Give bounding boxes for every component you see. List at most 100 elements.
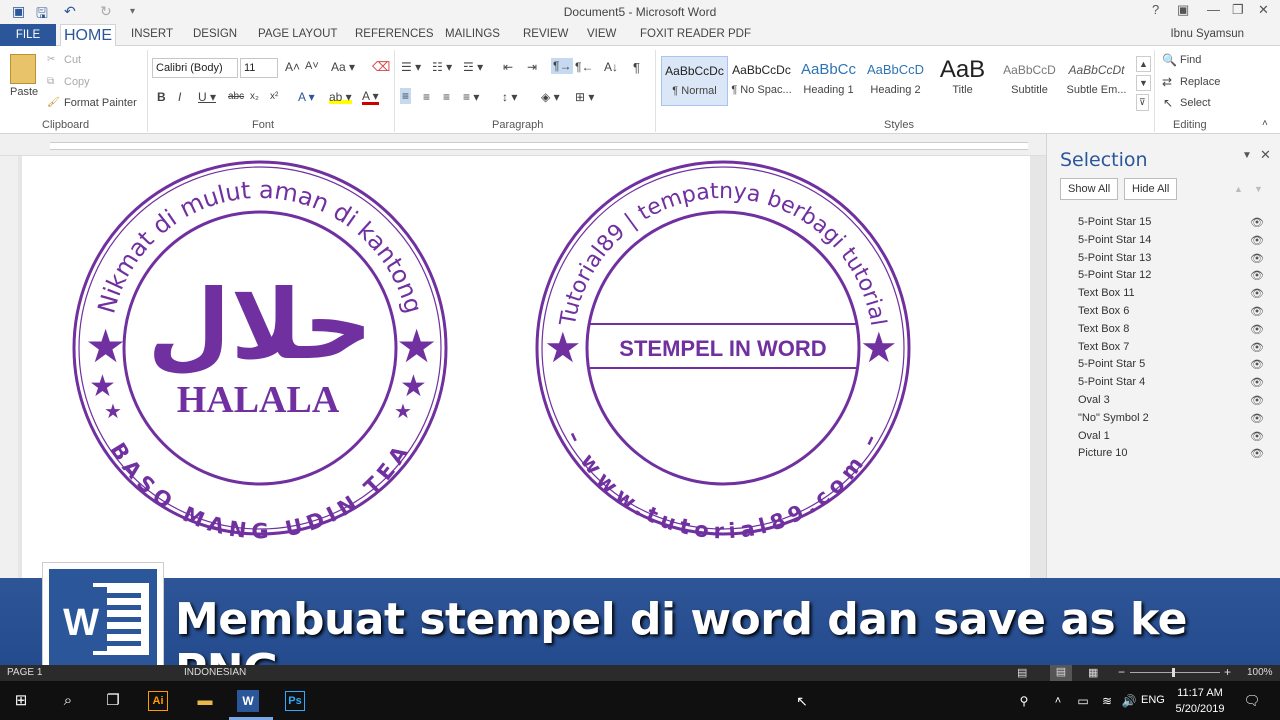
multilevel-list-icon[interactable]: ☲ ▾	[463, 60, 483, 74]
wifi-icon[interactable]: ≋	[1095, 689, 1119, 713]
selection-item[interactable]: 5-Point Star 13	[1078, 252, 1151, 264]
selection-item[interactable]: Oval 1	[1078, 430, 1110, 442]
shrink-font-icon[interactable]: A˅	[305, 60, 319, 72]
visibility-eye-icon[interactable]: 👁	[1250, 252, 1264, 265]
visibility-eye-icon[interactable]: 👁	[1250, 412, 1264, 425]
vertical-ruler[interactable]	[0, 156, 18, 578]
input-language[interactable]: ENG	[1141, 694, 1165, 706]
copy-icon[interactable]: ⧉	[47, 76, 54, 87]
visibility-eye-icon[interactable]: 👁	[1250, 287, 1264, 300]
hide-all-button[interactable]: Hide All	[1124, 178, 1178, 200]
web-layout-icon[interactable]: ▦	[1088, 666, 1098, 679]
rtl-icon[interactable]: ¶←	[575, 60, 593, 74]
selection-item[interactable]: Text Box 8	[1078, 323, 1129, 335]
find-button[interactable]: Find	[1180, 54, 1201, 66]
increase-indent-icon[interactable]: ⇥	[527, 60, 537, 74]
search-icon[interactable]: ⌕	[56, 689, 80, 713]
tab-page-layout[interactable]: PAGE LAYOUT	[258, 28, 337, 40]
send-backward-icon[interactable]: ▼	[1254, 184, 1263, 194]
tab-view[interactable]: VIEW	[587, 28, 616, 40]
clear-formatting-icon[interactable]: ⌫	[372, 59, 390, 75]
numbering-icon[interactable]: ☷ ▾	[432, 60, 452, 74]
format-painter-button[interactable]: Format Painter	[64, 97, 137, 109]
highlight-icon[interactable]: ab ▾	[329, 90, 352, 104]
tab-references[interactable]: REFERENCES	[355, 28, 434, 40]
visibility-eye-icon[interactable]: 👁	[1250, 269, 1264, 282]
file-explorer-icon[interactable]: ▬	[193, 689, 217, 713]
windows-start-icon[interactable]: ⊞	[9, 689, 33, 713]
style-subtle-emphasis[interactable]: AaBbCcDt Subtle Em...	[1063, 56, 1130, 106]
text-effects-icon[interactable]: A ▾	[298, 90, 315, 104]
system-clock[interactable]: 11:17 AM 5/20/2019	[1172, 685, 1228, 717]
task-view-icon[interactable]: ❐	[101, 689, 125, 713]
strikethrough-icon[interactable]: abc	[228, 91, 244, 102]
tab-foxit[interactable]: FOXIT READER PDF	[640, 28, 751, 40]
line-spacing-icon[interactable]: ↕ ▾	[502, 90, 517, 104]
minimize-button[interactable]: —	[1207, 2, 1220, 17]
selection-item[interactable]: 5-Point Star 15	[1078, 216, 1151, 228]
select-icon[interactable]: ↖	[1163, 96, 1173, 110]
pane-close-icon[interactable]: ✕	[1260, 147, 1271, 163]
styles-more-icon[interactable]: ⊽	[1136, 94, 1149, 111]
ltr-icon[interactable]: ¶→	[551, 58, 574, 74]
people-icon[interactable]: ⚲	[1012, 689, 1036, 713]
selection-item[interactable]: Text Box 11	[1078, 287, 1135, 299]
selection-item[interactable]: 5-Point Star 5	[1078, 358, 1145, 370]
shading-icon[interactable]: ◈ ▾	[541, 90, 560, 104]
italic-icon[interactable]: I	[178, 90, 181, 104]
selection-item[interactable]: 5-Point Star 4	[1078, 376, 1145, 388]
tab-file[interactable]: FILE	[0, 24, 56, 46]
visibility-eye-icon[interactable]: 👁	[1250, 234, 1264, 247]
user-name[interactable]: Ibnu Syamsun	[1170, 28, 1244, 40]
visibility-eye-icon[interactable]: 👁	[1250, 376, 1264, 389]
zoom-out-icon[interactable]: −	[1118, 665, 1125, 679]
replace-icon[interactable]: ⇄	[1162, 75, 1172, 89]
word-taskbar-icon[interactable]: W	[237, 690, 259, 712]
visibility-eye-icon[interactable]: 👁	[1250, 216, 1264, 229]
styles-scroll-down-icon[interactable]: ▼	[1136, 75, 1151, 91]
grow-font-icon[interactable]: A˄	[285, 60, 300, 74]
align-center-icon[interactable]: ≡	[423, 90, 430, 104]
show-marks-icon[interactable]: ¶	[633, 60, 640, 75]
selection-item[interactable]: Picture 10	[1078, 447, 1128, 459]
visibility-eye-icon[interactable]: 👁	[1250, 341, 1264, 354]
style-heading-2[interactable]: AaBbCcD Heading 2	[862, 56, 929, 106]
subscript-icon[interactable]: x₂	[250, 91, 259, 102]
visibility-eye-icon[interactable]: 👁	[1250, 447, 1264, 460]
zoom-in-icon[interactable]: +	[1224, 665, 1231, 679]
align-right-icon[interactable]: ≡	[443, 90, 450, 104]
illustrator-icon[interactable]: Ai	[148, 691, 168, 711]
document-page[interactable]: ★ ★ ★ ★ ★ ★ Nikmat di mulut aman di kant…	[22, 156, 1030, 578]
underline-icon[interactable]: U ▾	[198, 90, 216, 104]
tab-design[interactable]: DESIGN	[193, 28, 237, 40]
tab-insert[interactable]: INSERT	[131, 28, 173, 40]
pane-options-icon[interactable]: ▼	[1242, 150, 1252, 161]
tab-home[interactable]: HOME	[60, 24, 116, 47]
show-all-button[interactable]: Show All	[1060, 178, 1119, 200]
find-icon[interactable]: 🔍	[1162, 53, 1177, 67]
style-subtitle[interactable]: AaBbCcD Subtitle	[996, 56, 1063, 106]
zoom-slider-thumb[interactable]	[1172, 668, 1175, 677]
visibility-eye-icon[interactable]: 👁	[1250, 430, 1264, 443]
font-name-combo[interactable]: Calibri (Body)	[152, 58, 238, 78]
collapse-ribbon-icon[interactable]: ˄	[1262, 118, 1268, 129]
font-size-combo[interactable]: 11	[240, 58, 278, 78]
zoom-level[interactable]: 100%	[1247, 667, 1273, 678]
read-mode-icon[interactable]: ▤	[1017, 666, 1027, 679]
restore-button[interactable]: ❐	[1232, 2, 1244, 18]
selection-item[interactable]: 5-Point Star 14	[1078, 234, 1151, 246]
page-indicator[interactable]: PAGE 1	[7, 667, 42, 678]
borders-icon[interactable]: ⊞ ▾	[575, 90, 594, 104]
show-hidden-icons[interactable]: ˄	[1046, 689, 1070, 713]
copy-button[interactable]: Copy	[64, 76, 90, 88]
style-heading-1[interactable]: AaBbCc Heading 1	[795, 56, 862, 106]
help-button[interactable]: ?	[1152, 2, 1159, 17]
battery-icon[interactable]: ▭	[1071, 689, 1095, 713]
photoshop-icon[interactable]: Ps	[285, 691, 305, 711]
superscript-icon[interactable]: x²	[270, 91, 278, 102]
cut-button[interactable]: Cut	[64, 54, 81, 66]
sort-icon[interactable]: A↓	[604, 60, 618, 74]
close-button[interactable]: ✕	[1258, 2, 1269, 18]
font-color-icon[interactable]: A ▾	[362, 90, 379, 105]
tab-review[interactable]: REVIEW	[523, 28, 568, 40]
